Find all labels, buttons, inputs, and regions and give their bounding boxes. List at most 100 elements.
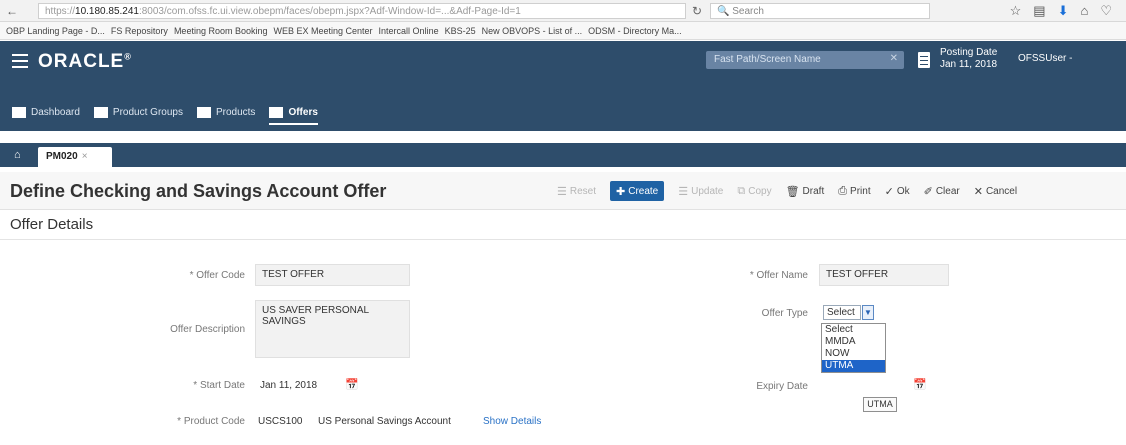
- print-button[interactable]: ⎙ Print: [838, 181, 870, 201]
- bookmark-item[interactable]: OBP Landing Page - D...: [6, 26, 105, 36]
- action-toolbar: ☰ Reset ✚ Create ☰ Update ⧉ Copy 🗑 Draft ⎙ Pri…: [557, 181, 1031, 201]
- product-groups-icon: [93, 106, 108, 118]
- tab-strip: ⌂ PM020 ×: [0, 143, 1126, 167]
- print-icon: ⎙: [838, 184, 848, 197]
- expiry-date-label: Expiry Date: [756, 381, 808, 392]
- offer-type-label: Offer Type: [761, 308, 808, 319]
- start-date-label: * Start Date: [193, 380, 245, 391]
- clear-icon[interactable]: ✕: [890, 53, 898, 64]
- user-menu[interactable]: OFSSUser -: [1018, 53, 1072, 64]
- offer-type-dropdown: Select MMDA NOW UTMA: [821, 323, 886, 373]
- draft-icon: 🗑: [785, 185, 800, 198]
- document-icon[interactable]: [918, 52, 930, 68]
- app-header: ORACLE® Fast Path/Screen Name ✕ Posting …: [0, 41, 1126, 131]
- create-button[interactable]: ✚ Create: [610, 181, 665, 201]
- home-tab-icon[interactable]: ⌂: [14, 149, 21, 161]
- menu-item-products[interactable]: Products: [196, 102, 256, 122]
- show-details-link[interactable]: Show Details: [483, 416, 541, 427]
- menu-item-product-groups[interactable]: Product Groups: [93, 102, 183, 122]
- draft-button[interactable]: 🗑 Draft: [786, 181, 825, 201]
- dropdown-option[interactable]: NOW: [822, 348, 885, 360]
- url-prefix: https://: [45, 5, 76, 17]
- home-icon[interactable]: ⌂: [1080, 3, 1088, 19]
- oracle-logo: ORACLE®: [38, 51, 132, 72]
- offer-type-select[interactable]: Select: [823, 305, 861, 320]
- bookmark-item[interactable]: Meeting Room Booking: [174, 26, 268, 36]
- dropdown-option-highlighted[interactable]: UTMA: [822, 360, 885, 372]
- url-bar[interactable]: https://10.180.85.241:8003/com.ofss.fc.u…: [38, 3, 686, 19]
- main-menu: Dashboard Product Groups Products Offers: [12, 102, 332, 125]
- bookmark-star-icon[interactable]: ☆: [1010, 3, 1022, 19]
- bookmark-item[interactable]: ODSM - Directory Ma...: [588, 26, 682, 36]
- posting-date: Posting Date Jan 11, 2018: [940, 47, 997, 71]
- section-title: Offer Details: [10, 216, 94, 233]
- bookmark-item[interactable]: FS Repository: [111, 26, 168, 36]
- dropdown-option[interactable]: MMDA: [822, 336, 885, 348]
- menu-item-offers[interactable]: Offers: [269, 102, 319, 125]
- offer-description-label: Offer Description: [170, 324, 245, 335]
- browser-toolbar: ← https://10.180.85.241:8003/com.ofss.fc…: [0, 0, 1126, 22]
- product-name-value: US Personal Savings Account: [318, 416, 451, 427]
- page-title: Define Checking and Savings Account Offe…: [10, 181, 387, 201]
- page-header: Define Checking and Savings Account Offe…: [0, 172, 1126, 210]
- tooltip: UTMA: [863, 397, 897, 412]
- pocket-icon[interactable]: ♡: [1100, 3, 1112, 19]
- search-placeholder: Search: [732, 5, 764, 17]
- reload-icon[interactable]: ↻: [692, 4, 702, 18]
- fast-path-placeholder: Fast Path/Screen Name: [714, 54, 821, 65]
- check-icon: ✓: [884, 185, 894, 198]
- menu-label: Dashboard: [31, 106, 80, 118]
- menu-item-dashboard[interactable]: Dashboard: [12, 102, 80, 122]
- update-icon: ☰: [678, 185, 689, 198]
- bookmark-item[interactable]: New OBVOPS - List of ...: [482, 26, 583, 36]
- menu-label: Products: [215, 106, 256, 118]
- browser-search-input[interactable]: 🔍 Search: [710, 3, 930, 19]
- tab-label: PM020: [46, 151, 78, 162]
- reset-icon: ☰: [557, 185, 567, 198]
- dropdown-option[interactable]: Select: [822, 324, 885, 336]
- chevron-down-icon[interactable]: ▼: [862, 305, 874, 320]
- fast-path-input[interactable]: Fast Path/Screen Name ✕: [706, 51, 904, 69]
- posting-date-label: Posting Date: [940, 47, 998, 58]
- bookmark-item[interactable]: WEB EX Meeting Center: [274, 26, 373, 36]
- plus-icon: ✚: [616, 185, 626, 198]
- divider: [0, 239, 1126, 240]
- tab-pm020[interactable]: PM020 ×: [38, 147, 112, 167]
- update-button[interactable]: ☰ Update: [678, 181, 723, 201]
- dashboard-icon: [12, 106, 26, 118]
- bookmark-item[interactable]: KBS-25: [445, 26, 476, 36]
- menu-label: Product Groups: [112, 106, 183, 118]
- product-code-label: * Product Code: [177, 416, 245, 427]
- product-code-value: USCS100: [258, 416, 303, 427]
- tab-close-icon[interactable]: ×: [82, 151, 88, 162]
- cancel-button[interactable]: ✕ Cancel: [974, 181, 1017, 201]
- copy-icon: ⧉: [737, 184, 746, 197]
- menu-label: Offers: [288, 106, 318, 118]
- bookmark-item[interactable]: Intercall Online: [379, 26, 439, 36]
- offers-icon: [269, 106, 284, 118]
- back-icon[interactable]: ←: [4, 3, 20, 19]
- calendar-icon[interactable]: 📅: [345, 378, 359, 391]
- download-icon[interactable]: ⬇: [1058, 3, 1069, 19]
- reading-list-icon[interactable]: ▤: [1033, 3, 1045, 19]
- url-host: 10.180.85.241: [75, 5, 139, 17]
- clear-button[interactable]: ✐ Clear: [924, 181, 960, 201]
- calendar-icon[interactable]: 📅: [913, 378, 927, 391]
- ok-button[interactable]: ✓ Ok: [885, 181, 910, 201]
- posting-date-value: Jan 11, 2018: [940, 59, 998, 70]
- offer-code-field[interactable]: TEST OFFER: [255, 264, 410, 286]
- copy-button[interactable]: ⧉ Copy: [737, 181, 771, 201]
- offer-name-field[interactable]: TEST OFFER: [819, 264, 949, 286]
- offer-description-textarea[interactable]: US SAVER PERSONAL SAVINGS: [255, 300, 410, 358]
- close-icon: ✕: [973, 185, 983, 198]
- products-icon: [196, 106, 211, 118]
- browser-actions: ☆ ▤ ⬇ ⌂ ♡: [1010, 3, 1112, 19]
- offer-code-label: * Offer Code: [189, 270, 245, 281]
- reset-button[interactable]: ☰ Reset: [557, 181, 596, 201]
- eraser-icon: ✐: [923, 185, 933, 198]
- start-date-field[interactable]: Jan 11, 2018: [260, 380, 317, 391]
- url-rest: :8003/com.ofss.fc.ui.view.obepm/faces/ob…: [138, 5, 521, 17]
- menu-icon[interactable]: [12, 54, 28, 68]
- offer-name-label: * Offer Name: [749, 270, 808, 281]
- bookmarks-bar: OBP Landing Page - D... FS Repository Me…: [0, 22, 1126, 40]
